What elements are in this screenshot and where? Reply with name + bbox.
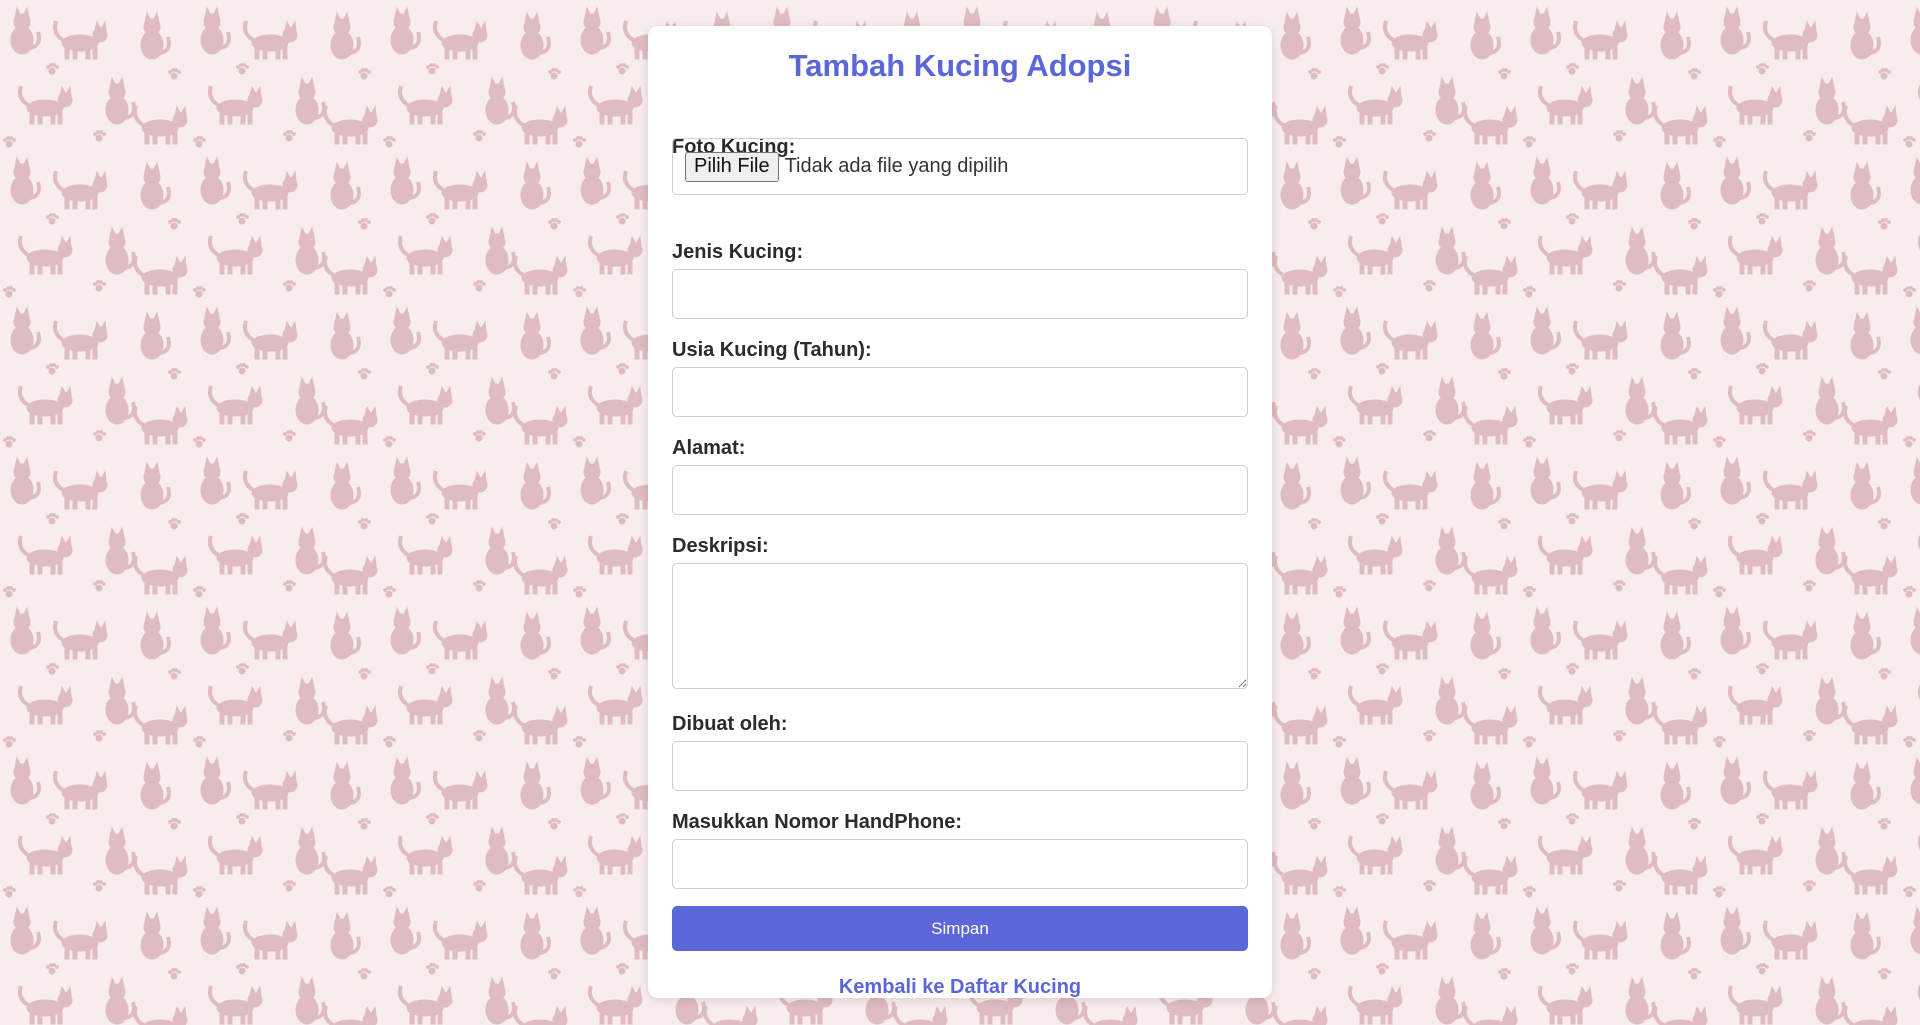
description-textarea[interactable] (672, 563, 1248, 689)
description-label: Deskripsi: (672, 535, 769, 557)
age-label: Usia Kucing (Tahun): (672, 339, 872, 361)
breed-input[interactable] (672, 269, 1248, 319)
created-by-label: Dibuat oleh: (672, 713, 788, 735)
address-input[interactable] (672, 465, 1248, 515)
phone-input[interactable] (672, 839, 1248, 889)
choose-file-button[interactable]: Pilih File (685, 151, 779, 182)
back-to-cat-list-link[interactable]: Kembali ke Daftar Kucing (648, 976, 1272, 999)
age-input[interactable] (672, 367, 1248, 417)
page-title: Tambah Kucing Adopsi (788, 48, 1132, 83)
created-by-input[interactable] (672, 741, 1248, 791)
file-status-text: Tidak ada file yang dipilih (784, 155, 1009, 177)
photo-file-input[interactable]: Pilih File Tidak ada file yang dipilih (672, 138, 1248, 195)
add-cat-form-card: Tambah Kucing Adopsi Foto Kucing: Pilih … (648, 26, 1272, 998)
breed-label: Jenis Kucing: (672, 241, 804, 263)
phone-label: Masukkan Nomor HandPhone: (672, 811, 963, 833)
save-button[interactable]: Simpan (672, 906, 1248, 951)
address-label: Alamat: (672, 437, 746, 459)
